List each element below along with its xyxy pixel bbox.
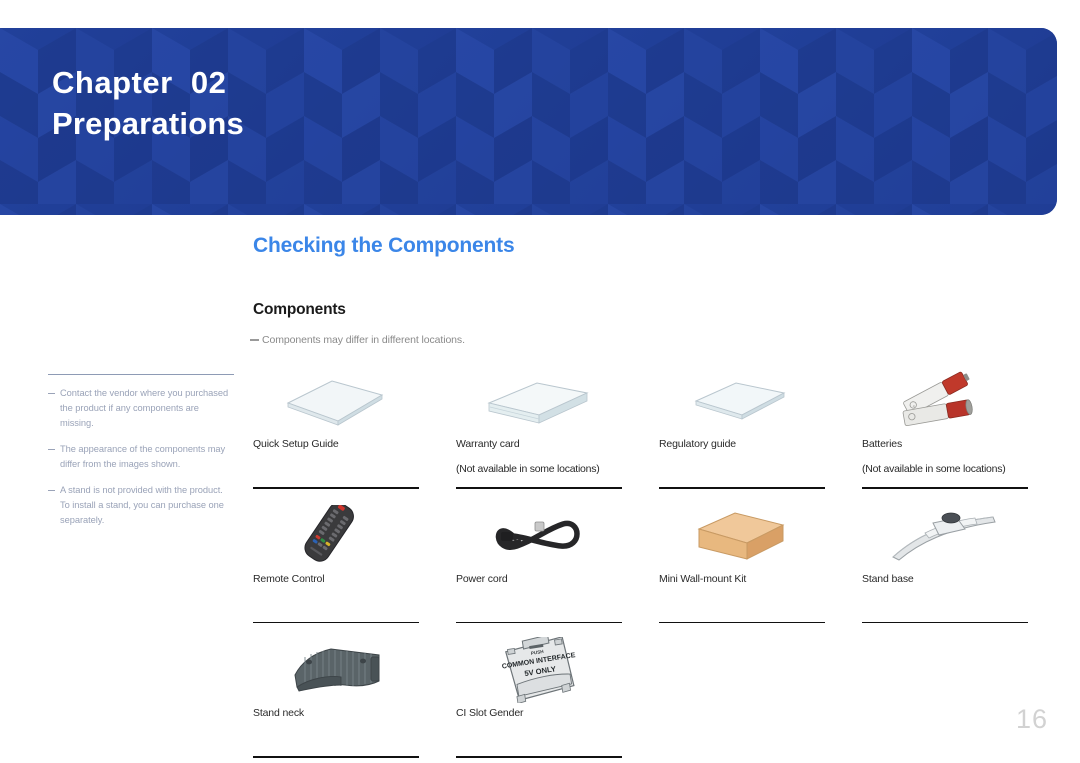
components-row: Stand neck PUSH COMMON INTERFACE 5V ONLY… bbox=[253, 637, 1043, 758]
component-divider bbox=[862, 487, 1028, 489]
dash-marker-icon bbox=[250, 339, 259, 341]
chapter-heading: Chapter 02 Preparations bbox=[52, 64, 244, 144]
component-label: Remote Control bbox=[253, 572, 325, 585]
component-labels: CI Slot Gender bbox=[456, 703, 639, 756]
dash-marker-icon bbox=[48, 449, 55, 451]
quick-setup-guide-icon bbox=[253, 368, 436, 434]
component-divider bbox=[456, 621, 622, 624]
component-labels: Power cord bbox=[456, 569, 639, 622]
sidebar-note-item: The appearance of the components may dif… bbox=[48, 442, 234, 472]
component-item: + Batteries (Not available in some locat… bbox=[862, 368, 1065, 489]
component-divider bbox=[659, 487, 825, 489]
components-grid: Quick Setup Guide Warranty card (Not ava… bbox=[253, 368, 1043, 758]
subsection-title: Components bbox=[253, 301, 346, 318]
component-labels: Remote Control bbox=[253, 569, 436, 622]
component-item-empty bbox=[862, 637, 1065, 758]
component-divider bbox=[456, 487, 622, 489]
components-row: Remote Control Power cord Mini Wall-moun… bbox=[253, 503, 1043, 624]
component-label: Stand neck bbox=[253, 707, 305, 720]
component-label: Warranty card bbox=[456, 438, 520, 450]
section-note: Components may differ in different locat… bbox=[250, 334, 465, 346]
component-divider bbox=[253, 756, 419, 758]
component-item: Stand neck bbox=[253, 637, 456, 758]
component-label: Regulatory guide bbox=[659, 438, 736, 450]
sidebar-note-text: The appearance of the components may dif… bbox=[60, 444, 226, 470]
component-label: Quick Setup Guide bbox=[253, 438, 339, 450]
page-title: Checking the Components bbox=[253, 234, 515, 257]
component-item: Stand base bbox=[862, 503, 1065, 624]
component-item: Quick Setup Guide bbox=[253, 368, 456, 489]
sidebar-note-text: A stand is not provided with the product… bbox=[60, 485, 224, 526]
warranty-card-icon bbox=[456, 368, 639, 434]
component-divider bbox=[253, 487, 419, 489]
component-divider bbox=[862, 621, 1028, 624]
component-labels: Warranty card (Not available in some loc… bbox=[456, 434, 639, 487]
mini-wall-mount-kit-icon bbox=[659, 503, 842, 569]
component-label: Mini Wall-mount Kit bbox=[659, 572, 747, 585]
batteries-icon: + bbox=[862, 368, 1045, 434]
component-divider bbox=[253, 621, 419, 624]
component-label: Power cord bbox=[456, 572, 508, 585]
sidebar-note-item: Contact the vendor where you purchased t… bbox=[48, 386, 234, 431]
component-item: PUSH COMMON INTERFACE 5V ONLY CI Slot Ge… bbox=[456, 637, 659, 758]
dash-marker-icon bbox=[48, 490, 55, 492]
component-item: Warranty card (Not available in some loc… bbox=[456, 368, 659, 489]
component-divider bbox=[659, 621, 825, 624]
component-label: Stand base bbox=[862, 572, 914, 585]
component-item: Remote Control bbox=[253, 503, 456, 624]
dash-marker-icon bbox=[48, 393, 55, 395]
component-labels: Batteries (Not available in some locatio… bbox=[862, 434, 1045, 487]
component-labels: Quick Setup Guide bbox=[253, 434, 436, 487]
component-item: Mini Wall-mount Kit bbox=[659, 503, 862, 624]
page-number: 16 bbox=[1015, 704, 1048, 734]
component-labels: Stand base bbox=[862, 569, 1045, 622]
component-sublabel: (Not available in some locations) bbox=[862, 463, 1006, 476]
component-divider bbox=[456, 756, 622, 758]
component-label: CI Slot Gender bbox=[456, 707, 524, 720]
regulatory-guide-icon bbox=[659, 368, 842, 434]
component-item: Regulatory guide bbox=[659, 368, 862, 489]
sidebar-notes: Contact the vendor where you purchased t… bbox=[48, 374, 234, 539]
ci-slot-gender-icon: PUSH COMMON INTERFACE 5V ONLY bbox=[456, 637, 639, 704]
remote-control-icon bbox=[253, 503, 436, 569]
stand-base-icon bbox=[862, 503, 1045, 569]
section-note-text: Components may differ in different locat… bbox=[262, 334, 465, 346]
component-item-empty bbox=[659, 637, 862, 758]
component-sublabel: (Not available in some locations) bbox=[456, 463, 600, 476]
chapter-label: Chapter 02 bbox=[52, 65, 227, 100]
component-labels: Regulatory guide bbox=[659, 434, 842, 487]
sidebar-divider bbox=[48, 374, 234, 375]
stand-neck-icon bbox=[253, 637, 436, 703]
chapter-banner: Chapter 02 Preparations bbox=[0, 28, 1057, 215]
component-item: Power cord bbox=[456, 503, 659, 624]
components-row: Quick Setup Guide Warranty card (Not ava… bbox=[253, 368, 1043, 489]
component-labels: Mini Wall-mount Kit bbox=[659, 569, 842, 622]
sidebar-note-text: Contact the vendor where you purchased t… bbox=[60, 388, 229, 429]
component-label: Batteries bbox=[862, 438, 903, 450]
chapter-title: Preparations bbox=[52, 105, 244, 141]
power-cord-icon bbox=[456, 503, 639, 569]
component-labels: Stand neck bbox=[253, 703, 436, 756]
sidebar-note-item: A stand is not provided with the product… bbox=[48, 483, 234, 528]
